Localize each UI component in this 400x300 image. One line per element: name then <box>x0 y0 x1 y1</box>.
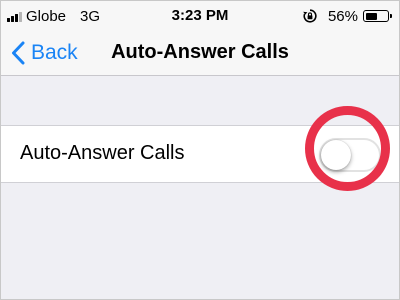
toggle-knob <box>321 140 351 170</box>
back-button[interactable]: Back <box>11 39 78 67</box>
battery-percent: 56% <box>327 7 358 25</box>
status-bar: Globe 3G 3:23 PM 56% <box>1 1 399 31</box>
status-right: 56% <box>302 7 392 25</box>
auto-answer-row: Auto-Answer Calls <box>1 125 399 183</box>
auto-answer-label: Auto-Answer Calls <box>20 142 185 164</box>
back-button-label: Back <box>31 41 78 64</box>
battery-fill <box>365 12 377 20</box>
auto-answer-toggle[interactable] <box>319 138 381 172</box>
battery-icon <box>363 10 392 22</box>
chevron-left-icon <box>12 41 25 65</box>
rotation-lock-icon <box>303 9 317 23</box>
navigation-bar: Back Auto-Answer Calls <box>1 31 399 76</box>
phone-screen: Globe 3G 3:23 PM 56% Back Auto-Answer Ca… <box>0 0 400 300</box>
